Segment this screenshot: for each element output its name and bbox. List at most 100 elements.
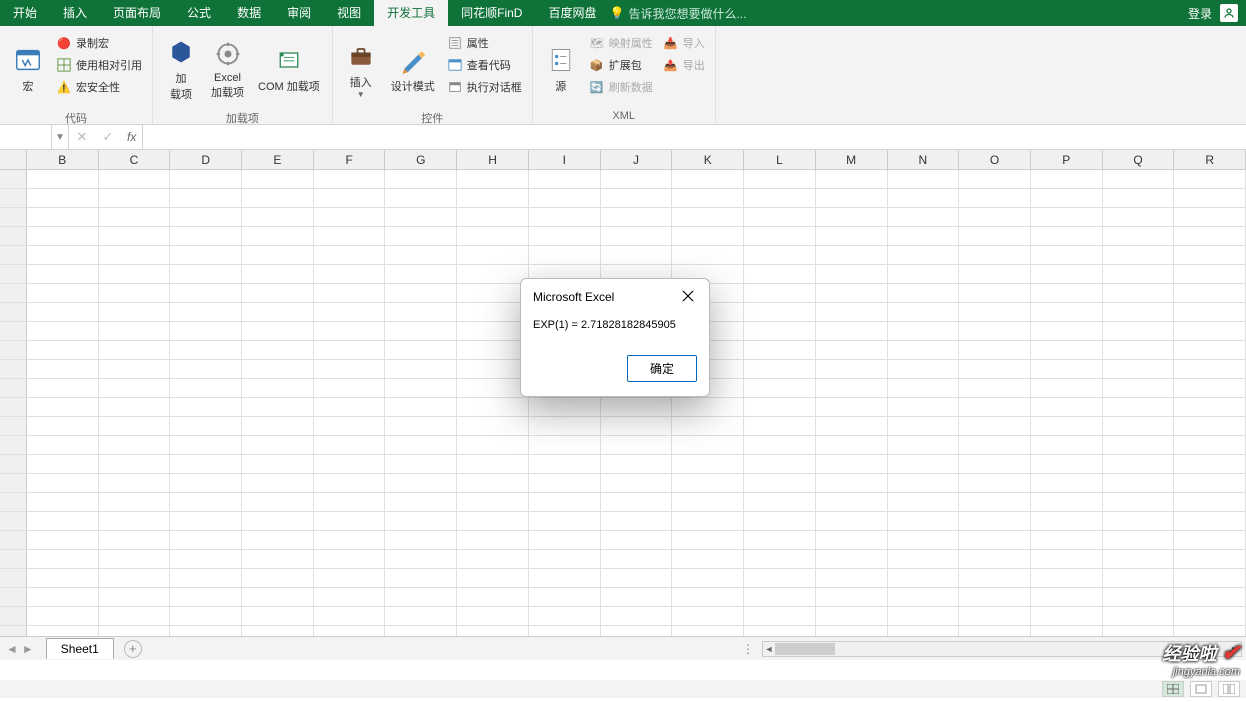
grid-cell[interactable]	[242, 170, 314, 189]
grid-cell[interactable]	[1031, 227, 1103, 246]
grid-cell[interactable]	[457, 474, 529, 493]
grid-cell[interactable]	[959, 436, 1031, 455]
grid-cell[interactable]	[744, 341, 816, 360]
grid-cell[interactable]	[888, 246, 960, 265]
grid-cell[interactable]	[1031, 398, 1103, 417]
grid-cell[interactable]	[1174, 360, 1246, 379]
grid-cell[interactable]	[27, 189, 99, 208]
menu-find[interactable]: 同花顺FinD	[448, 0, 535, 26]
view-pagelayout-button[interactable]	[1190, 681, 1212, 697]
grid-cell[interactable]	[242, 493, 314, 512]
grid-cell[interactable]	[959, 626, 1031, 636]
grid-cell[interactable]	[27, 265, 99, 284]
grid-cell[interactable]	[314, 170, 386, 189]
menu-pagelayout[interactable]: 页面布局	[100, 0, 174, 26]
col-header[interactable]: O	[959, 150, 1031, 169]
grid-cell[interactable]	[170, 170, 242, 189]
grid-cell[interactable]	[888, 341, 960, 360]
grid-cell[interactable]	[744, 284, 816, 303]
grid-cell[interactable]	[170, 436, 242, 455]
col-header[interactable]: G	[385, 150, 457, 169]
grid-cell[interactable]	[242, 322, 314, 341]
grid-cell[interactable]	[959, 379, 1031, 398]
grid-cell[interactable]	[1103, 265, 1175, 284]
grid-cell[interactable]	[27, 170, 99, 189]
menu-developer[interactable]: 开发工具	[374, 0, 448, 26]
grid-cell[interactable]	[1103, 417, 1175, 436]
run-dialog-button[interactable]: 执行对话框	[443, 76, 526, 98]
scroll-thumb[interactable]	[775, 643, 835, 655]
grid-cell[interactable]	[314, 398, 386, 417]
grid-cell[interactable]	[1031, 189, 1103, 208]
grid-cell[interactable]	[385, 322, 457, 341]
grid-cell[interactable]	[888, 322, 960, 341]
excel-addins-button[interactable]: Excel 加载项	[205, 30, 250, 108]
grid-cell[interactable]	[1174, 607, 1246, 626]
view-normal-button[interactable]	[1162, 681, 1184, 697]
grid-cell[interactable]	[1031, 531, 1103, 550]
grid-cell[interactable]	[170, 455, 242, 474]
grid-cell[interactable]	[959, 265, 1031, 284]
grid-cell[interactable]	[170, 208, 242, 227]
grid-cell[interactable]	[959, 493, 1031, 512]
grid-cell[interactable]	[1031, 208, 1103, 227]
formula-input[interactable]	[143, 125, 1246, 149]
grid-cell[interactable]	[170, 493, 242, 512]
grid-cell[interactable]	[27, 398, 99, 417]
grid-cell[interactable]	[672, 569, 744, 588]
grid-cell[interactable]	[529, 569, 601, 588]
grid-cell[interactable]	[816, 265, 888, 284]
grid-cell[interactable]	[314, 303, 386, 322]
grid-cell[interactable]	[959, 398, 1031, 417]
grid-cell[interactable]	[170, 398, 242, 417]
col-header[interactable]: N	[888, 150, 960, 169]
row-header[interactable]	[0, 360, 27, 379]
grid-cell[interactable]	[744, 436, 816, 455]
source-button[interactable]: 源	[539, 30, 583, 108]
row-header[interactable]	[0, 379, 27, 398]
grid-cell[interactable]	[1174, 265, 1246, 284]
nav-prev-icon[interactable]: ◄	[6, 642, 18, 656]
row-header[interactable]	[0, 474, 27, 493]
grid-cell[interactable]	[816, 531, 888, 550]
grid-cell[interactable]	[1174, 398, 1246, 417]
grid-cell[interactable]	[1031, 550, 1103, 569]
grid-cell[interactable]	[529, 588, 601, 607]
grid-cell[interactable]	[457, 493, 529, 512]
grid-cell[interactable]	[170, 531, 242, 550]
col-header[interactable]: D	[170, 150, 242, 169]
col-header[interactable]: R	[1174, 150, 1246, 169]
grid-cell[interactable]	[457, 246, 529, 265]
select-all-cell[interactable]	[0, 150, 27, 169]
grid-cell[interactable]	[27, 284, 99, 303]
grid-cell[interactable]	[99, 379, 171, 398]
grid-cell[interactable]	[888, 227, 960, 246]
grid-cell[interactable]	[672, 493, 744, 512]
col-header[interactable]: M	[816, 150, 888, 169]
grid-cell[interactable]	[1174, 531, 1246, 550]
row-header[interactable]	[0, 550, 27, 569]
addins-button[interactable]: 加 载项	[159, 30, 203, 108]
grid-cell[interactable]	[99, 398, 171, 417]
grid-cell[interactable]	[457, 512, 529, 531]
grid-cell[interactable]	[170, 246, 242, 265]
grid-cell[interactable]	[99, 322, 171, 341]
grid-cell[interactable]	[959, 284, 1031, 303]
name-box[interactable]	[0, 125, 52, 149]
grid-cell[interactable]	[816, 227, 888, 246]
grid-cell[interactable]	[529, 550, 601, 569]
grid-cell[interactable]	[816, 398, 888, 417]
row-header[interactable]	[0, 398, 27, 417]
grid-cell[interactable]	[672, 531, 744, 550]
scroll-left-icon[interactable]: ◄	[763, 642, 775, 656]
spreadsheet-grid[interactable]	[0, 170, 1246, 636]
grid-cell[interactable]	[242, 360, 314, 379]
grid-cell[interactable]	[744, 227, 816, 246]
grid-cell[interactable]	[744, 265, 816, 284]
grid-cell[interactable]	[1174, 284, 1246, 303]
col-header[interactable]: Q	[1103, 150, 1175, 169]
grid-cell[interactable]	[27, 512, 99, 531]
menu-review[interactable]: 审阅	[274, 0, 324, 26]
close-icon[interactable]	[681, 289, 697, 305]
grid-cell[interactable]	[385, 436, 457, 455]
